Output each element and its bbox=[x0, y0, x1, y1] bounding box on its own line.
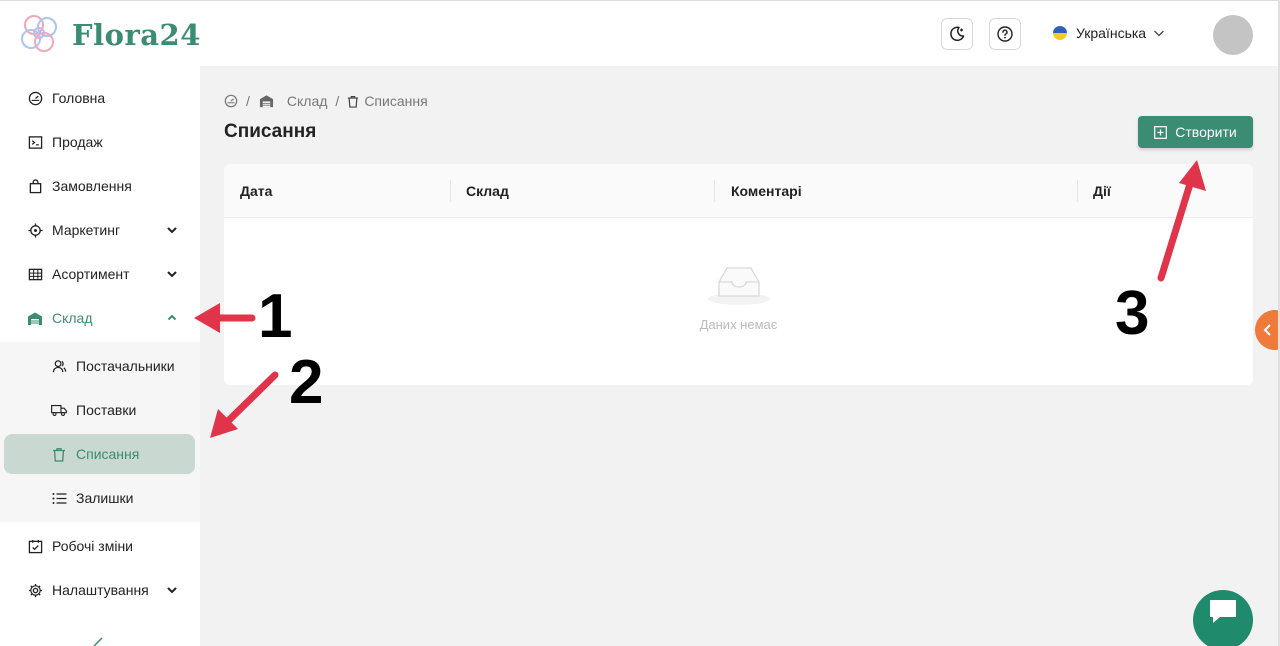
main-content: / Склад / Списання Списання Створити Дат… bbox=[200, 66, 1280, 646]
chevron-down-icon bbox=[1154, 30, 1165, 37]
language-selector[interactable]: Українська bbox=[1053, 25, 1166, 41]
warehouse-icon bbox=[258, 94, 275, 108]
sidebar-item-write-offs[interactable]: Списання bbox=[4, 434, 195, 474]
warehouse-icon bbox=[27, 310, 43, 326]
annotation-label-2: 2 bbox=[289, 348, 324, 417]
breadcrumb-item-write-offs: Списання bbox=[364, 93, 428, 109]
column-divider bbox=[450, 180, 451, 202]
empty-state: Даних немає bbox=[224, 264, 1253, 332]
annotation-label-3: 3 bbox=[1115, 279, 1150, 348]
theme-toggle-button[interactable] bbox=[941, 18, 973, 50]
sidebar-item-label: Замовлення bbox=[52, 178, 132, 194]
sidebar-item-label: Продаж bbox=[52, 134, 103, 150]
column-header-comments[interactable]: Коментарі bbox=[731, 164, 802, 218]
calendar-check-icon bbox=[27, 538, 43, 554]
sidebar-item-deliveries[interactable]: Поставки bbox=[4, 390, 195, 430]
chat-bubble-icon bbox=[1210, 600, 1236, 623]
list-icon bbox=[51, 490, 67, 506]
sidebar-subitem-label: Постачальники bbox=[76, 358, 175, 374]
empty-state-text: Даних немає bbox=[699, 317, 778, 332]
sidebar-subitem-label: Залишки bbox=[76, 490, 134, 506]
top-bar: Flora24 Українська bbox=[0, 0, 1280, 66]
sidebar-item-label: Головна bbox=[52, 90, 106, 106]
column-divider bbox=[714, 180, 715, 202]
users-icon bbox=[51, 358, 67, 374]
sidebar-item-home[interactable]: Головна bbox=[0, 76, 200, 120]
sidebar-item-label: Склад bbox=[52, 310, 93, 326]
user-avatar[interactable] bbox=[1213, 15, 1253, 55]
column-divider bbox=[1077, 180, 1078, 202]
table-icon bbox=[27, 266, 43, 282]
breadcrumb-separator: / bbox=[335, 93, 340, 109]
chevron-down-icon bbox=[164, 266, 180, 282]
gear-icon bbox=[27, 582, 43, 598]
logo-text: Flora24 bbox=[72, 18, 201, 52]
language-label: Українська bbox=[1076, 25, 1147, 41]
column-header-date[interactable]: Дата bbox=[240, 164, 272, 218]
sidebar-item-warehouse[interactable]: Склад bbox=[0, 296, 200, 340]
page-title: Списання bbox=[224, 121, 317, 142]
sidebar-item-label: Асортимент bbox=[52, 266, 130, 282]
create-button[interactable]: Створити bbox=[1138, 116, 1253, 148]
question-circle-icon bbox=[997, 26, 1013, 42]
sidebar-item-label: Робочі зміни bbox=[52, 538, 134, 554]
target-icon bbox=[27, 222, 43, 238]
trash-icon bbox=[347, 95, 359, 108]
breadcrumb-item-warehouse[interactable]: Склад bbox=[287, 93, 328, 109]
chevron-down-icon bbox=[164, 582, 180, 598]
write-offs-table: Дата Склад Коментарі Дії Даних немає bbox=[224, 164, 1253, 385]
collapse-sidebar-icon[interactable] bbox=[90, 634, 106, 646]
empty-inbox-icon bbox=[707, 267, 770, 305]
dashboard-icon[interactable] bbox=[224, 94, 238, 108]
annotation-label-1: 1 bbox=[258, 282, 293, 351]
sidebar-item-suppliers[interactable]: Постачальники bbox=[4, 346, 195, 386]
logo[interactable]: Flora24 bbox=[14, 9, 201, 61]
column-header-actions: Дії bbox=[1093, 183, 1111, 199]
sidebar-subitem-label: Списання bbox=[76, 446, 140, 462]
truck-icon bbox=[51, 402, 67, 418]
plus-square-icon bbox=[1154, 125, 1168, 139]
sidebar-item-assortment[interactable]: Асортимент bbox=[0, 252, 200, 296]
terminal-icon bbox=[27, 134, 43, 150]
flower-logo-icon bbox=[21, 15, 57, 52]
breadcrumb-separator: / bbox=[246, 93, 250, 109]
sidebar-item-stock[interactable]: Залишки bbox=[4, 478, 195, 518]
table-header: Дата Склад Коментарі Дії bbox=[224, 164, 1253, 218]
sidebar-item-settings[interactable]: Налаштування bbox=[0, 568, 200, 612]
column-header-warehouse[interactable]: Склад bbox=[466, 164, 509, 218]
sidebar-item-sales[interactable]: Продаж bbox=[0, 120, 200, 164]
breadcrumb: / Склад / Списання bbox=[224, 93, 428, 109]
moon-icon bbox=[950, 26, 965, 42]
warehouse-submenu: Постачальники Поставки Списання Залишки bbox=[0, 342, 200, 522]
help-button[interactable] bbox=[989, 18, 1021, 50]
ukraine-flag-icon bbox=[1053, 26, 1067, 40]
sidebar-item-label: Маркетинг bbox=[52, 222, 121, 238]
create-button-label: Створити bbox=[1175, 124, 1237, 140]
chevron-down-icon bbox=[164, 222, 180, 238]
trash-icon bbox=[51, 446, 67, 462]
sidebar-item-label: Налаштування bbox=[52, 582, 149, 598]
chevron-up-icon bbox=[164, 310, 180, 326]
sidebar-item-orders[interactable]: Замовлення bbox=[0, 164, 200, 208]
sidebar: Головна Продаж Замовлення Маркетинг Асор… bbox=[0, 66, 200, 646]
sidebar-item-work-shifts[interactable]: Робочі зміни bbox=[0, 524, 200, 568]
chat-button[interactable] bbox=[1193, 590, 1253, 646]
dashboard-icon bbox=[27, 90, 43, 106]
chevron-left-icon bbox=[1263, 324, 1271, 336]
sidebar-item-marketing[interactable]: Маркетинг bbox=[0, 208, 200, 252]
sidebar-subitem-label: Поставки bbox=[76, 402, 137, 418]
shopping-bag-icon bbox=[27, 178, 43, 194]
